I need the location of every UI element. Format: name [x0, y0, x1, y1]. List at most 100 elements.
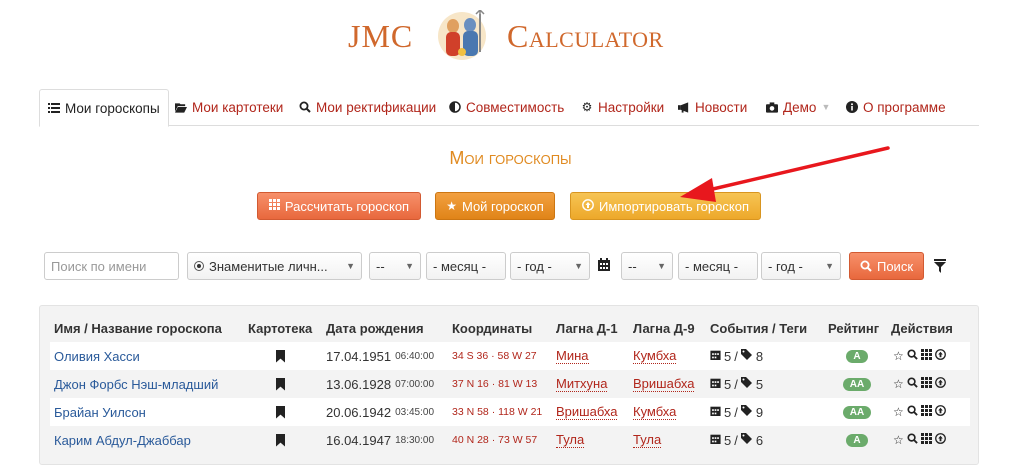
day-from-select[interactable]: -- ▼	[369, 252, 421, 280]
lagna-d1-link[interactable]: Митхуна	[556, 376, 608, 392]
month-from-select[interactable]: - месяц -	[426, 252, 506, 280]
bullhorn-icon	[678, 101, 690, 113]
upload-circle-icon	[582, 198, 594, 214]
birth-time: 06:40:00	[395, 350, 435, 362]
horoscope-name-link[interactable]: Джон Форбс Нэш-младший	[54, 377, 218, 392]
star-icon[interactable]: ☆	[893, 349, 904, 363]
tags-icon	[740, 349, 753, 363]
bookmark-icon[interactable]	[276, 405, 285, 419]
star-icon[interactable]: ☆	[893, 377, 904, 391]
caret-down-icon: ▼	[821, 102, 831, 112]
nav-label: Настройки	[598, 99, 665, 115]
rating-badge: A	[846, 433, 868, 447]
grid-icon[interactable]	[920, 377, 932, 391]
star-icon[interactable]: ☆	[893, 433, 904, 447]
category-select[interactable]: Знаменитые личн... ▼	[187, 252, 362, 280]
main-nav: Мои гороскопы Мои картотеки Мои ректифик…	[39, 88, 979, 127]
deity-logo-icon[interactable]	[436, 10, 488, 62]
radio-icon	[194, 261, 204, 271]
nav-label: Мои картотеки	[192, 99, 284, 115]
col-header-card-file[interactable]: Картотека	[248, 321, 312, 336]
horoscope-name-link[interactable]: Брайан Уилсон	[54, 405, 146, 420]
zoom-icon[interactable]	[907, 349, 918, 363]
bookmark-icon[interactable]	[276, 349, 285, 363]
search-name-input[interactable]: Поиск по имени	[44, 252, 179, 280]
horoscope-name-link[interactable]: Карим Абдул-Джаббар	[54, 433, 191, 448]
calculate-horoscope-button[interactable]: Рассчитать гороскоп	[257, 192, 421, 220]
col-header-events-tags[interactable]: События / Теги	[710, 321, 807, 336]
grid-icon[interactable]	[920, 433, 932, 447]
birth-date: 13.06.1928	[326, 376, 392, 392]
filter-funnel-icon[interactable]	[934, 259, 946, 273]
nav-label: Мои гороскопы	[65, 100, 160, 116]
nav-news[interactable]: Новости	[678, 88, 747, 126]
birth-time: 07:00:00	[395, 378, 435, 390]
nav-compatibility[interactable]: Совместимость	[449, 88, 564, 126]
year-from-select[interactable]: - год - ▼	[510, 252, 590, 280]
nav-my-horoscopes[interactable]: Мои гороскопы	[39, 89, 169, 127]
col-header-coordinates[interactable]: Координаты	[452, 321, 532, 336]
zoom-icon[interactable]	[907, 405, 918, 419]
lagna-d9-link[interactable]: Кумбха	[633, 348, 677, 364]
coordinates-link[interactable]: 34 S 36 · 58 W 27	[452, 350, 537, 362]
lagna-d1-link[interactable]: Вришабха	[556, 404, 618, 420]
calendar-icon	[710, 433, 721, 447]
month-to-select[interactable]: - месяц -	[678, 252, 758, 280]
nav-demo-dropdown[interactable]: Демо ▼	[766, 88, 830, 126]
nav-my-card-files[interactable]: Мои картотеки	[175, 88, 283, 126]
upload-circle-icon[interactable]	[934, 433, 946, 447]
half-circle-icon	[449, 101, 461, 113]
nav-settings[interactable]: ⚙ Настройки	[581, 88, 665, 126]
col-header-name[interactable]: Имя / Название гороскопа	[54, 321, 222, 336]
lagna-d9-link[interactable]: Тула	[633, 432, 662, 448]
col-header-lagna-d1[interactable]: Лагна Д-1	[556, 321, 618, 336]
day-to-select[interactable]: -- ▼	[621, 252, 673, 280]
star-icon: ★	[446, 199, 457, 213]
col-header-lagna-d9[interactable]: Лагна Д-9	[633, 321, 695, 336]
bookmark-icon[interactable]	[276, 377, 285, 391]
zoom-icon[interactable]	[907, 433, 918, 447]
zoom-icon[interactable]	[907, 377, 918, 391]
grid-icon[interactable]	[920, 405, 932, 419]
chevron-down-icon: ▼	[346, 261, 355, 271]
upload-circle-icon[interactable]	[934, 405, 946, 419]
lagna-d1-link[interactable]: Тула	[556, 432, 585, 448]
col-header-rating[interactable]: Рейтинг	[828, 321, 879, 336]
calendar-icon	[710, 377, 721, 391]
lagna-d9-link[interactable]: Кумбха	[633, 404, 677, 420]
list-icon	[48, 102, 60, 114]
coordinates-link[interactable]: 40 N 28 · 73 W 57	[452, 434, 537, 446]
star-icon[interactable]: ☆	[893, 405, 904, 419]
nav-label: Новости	[695, 99, 748, 115]
my-horoscope-button[interactable]: ★ Мой гороскоп	[435, 192, 555, 220]
birth-date: 17.04.1951	[326, 348, 392, 364]
nav-about[interactable]: О программе	[846, 88, 946, 126]
info-icon	[846, 101, 858, 113]
red-arrow-annotation	[680, 146, 890, 202]
button-label: Поиск	[876, 258, 914, 274]
lagna-d1-link[interactable]: Мина	[556, 348, 589, 364]
nav-my-rectifications[interactable]: Мои ректификации	[299, 88, 436, 126]
bookmark-icon[interactable]	[276, 433, 285, 447]
coordinates-link[interactable]: 33 N 58 · 118 W 21	[452, 406, 542, 418]
lagna-d9-link[interactable]: Вришабха	[633, 376, 695, 392]
select-value: --	[376, 258, 385, 274]
upload-circle-icon[interactable]	[934, 349, 946, 363]
horoscope-name-link[interactable]: Оливия Хасси	[54, 349, 140, 364]
year-to-select[interactable]: - год - ▼	[761, 252, 841, 280]
table-row: Карим Абдул-Джаббар 16.04.1947 18:30:00 40 …	[50, 426, 970, 454]
search-button[interactable]: Поиск	[849, 252, 924, 280]
upload-circle-icon[interactable]	[934, 377, 946, 391]
grid-icon[interactable]	[920, 349, 932, 363]
col-header-actions: Действия	[891, 321, 953, 336]
nav-label: О программе	[863, 99, 946, 115]
chevron-down-icon: ▼	[405, 261, 414, 271]
tags-icon	[740, 405, 753, 419]
tags-icon	[740, 433, 753, 447]
coordinates-link[interactable]: 37 N 16 · 81 W 13	[452, 378, 537, 390]
rating-badge: A	[846, 349, 868, 363]
select-value: - месяц -	[433, 258, 487, 274]
separator: /	[734, 348, 738, 364]
col-header-birth-date[interactable]: Дата рождения	[326, 321, 424, 336]
nav-label: Мои ректификации	[316, 99, 437, 115]
